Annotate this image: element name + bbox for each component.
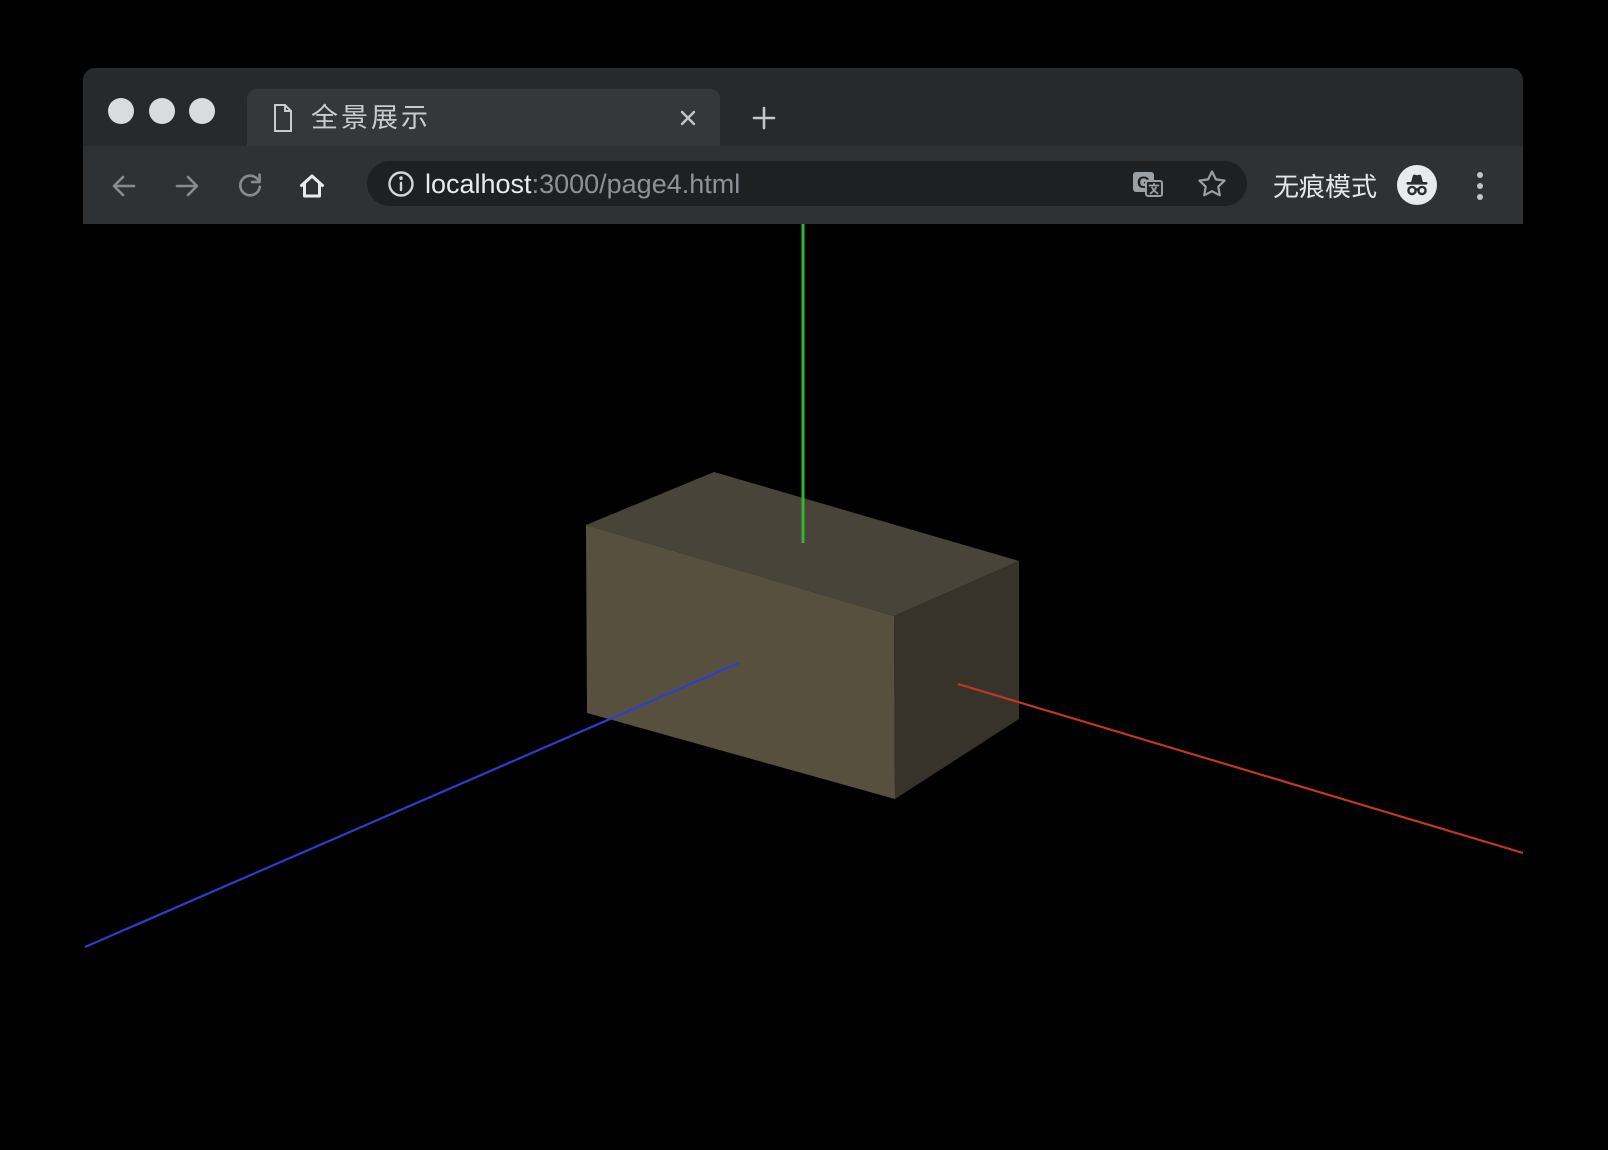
browser-tab[interactable]: 全景展示 [247,89,720,146]
url-host: localhost [425,169,532,199]
window-close-button[interactable] [108,98,134,124]
reload-button-refresh-icon[interactable] [233,169,267,203]
window-minimize-button[interactable] [149,98,175,124]
page-info-icon[interactable] [386,169,416,199]
translate-icon[interactable]: G [1129,166,1165,202]
tab-bar: 全景展示 [83,68,1523,146]
url-text: localhost:3000/page4.html [425,161,740,206]
incognito-badge-icon [1397,165,1437,205]
forward-button-arrow-right-icon[interactable] [170,169,204,203]
page-favicon-document-icon [274,104,292,132]
address-bar[interactable]: localhost:3000/page4.html G [367,161,1247,206]
browser-menu-three-dots-icon[interactable] [1474,169,1486,203]
threejs-3d-viewport[interactable] [83,224,1523,1150]
url-path: :3000/page4.html [531,169,741,199]
tab-close-icon[interactable] [675,105,701,131]
navigation-bar: localhost:3000/page4.html G 无痕模式 [83,146,1523,224]
browser-window: 全景展示 localhost:3000/page4.html G 无痕模式 [83,68,1523,1150]
x-axis-red-line [957,682,1523,855]
incognito-mode-label: 无痕模式 [1273,171,1378,202]
page-content [83,224,1523,1150]
home-button-house-icon[interactable] [295,169,329,203]
back-button-arrow-left-icon[interactable] [107,169,141,203]
z-axis-blue-line [84,661,740,949]
tab-title: 全景展示 [311,103,431,133]
bookmark-star-icon[interactable] [1194,166,1230,202]
new-tab-button-plus-icon[interactable] [749,103,779,133]
window-zoom-button[interactable] [189,98,215,124]
